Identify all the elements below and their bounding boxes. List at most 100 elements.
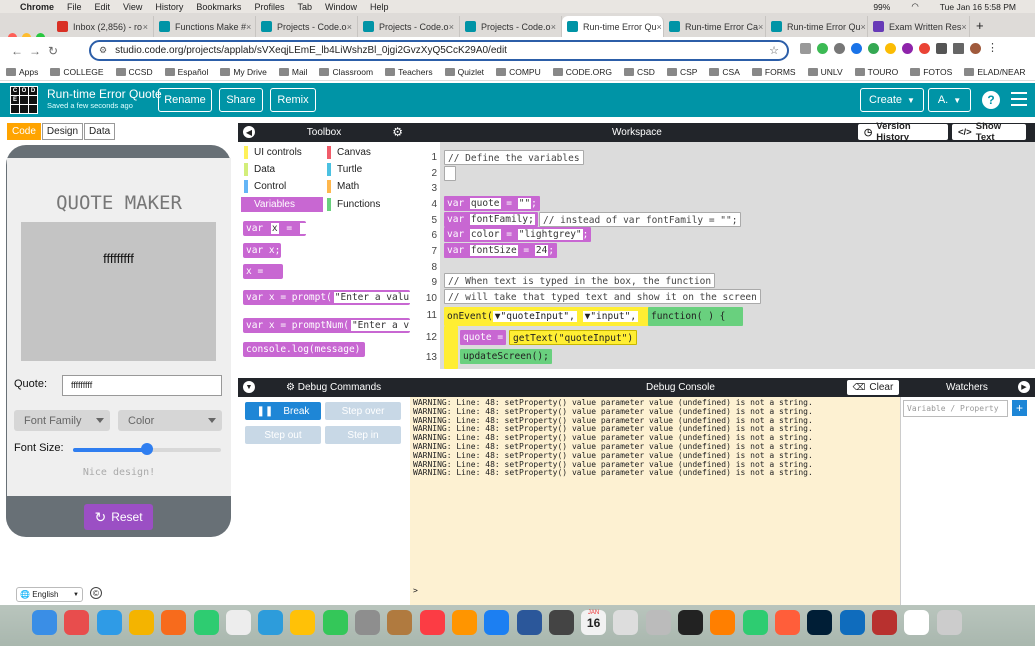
extension-icon[interactable] (902, 43, 913, 54)
code-line-empty[interactable] (444, 166, 456, 181)
word-icon[interactable] (516, 610, 542, 635)
code-line-inline-comment[interactable]: // instead of var fontFamily = ""; (539, 212, 742, 227)
more-menu-icon[interactable]: ⋮ (987, 43, 998, 54)
bookmark-item[interactable]: Apps (6, 67, 38, 77)
menu-tab[interactable]: Tab (297, 2, 312, 12)
gear-icon[interactable]: ⚙ (392, 125, 403, 139)
bookmark-item[interactable]: Mail (278, 67, 307, 77)
vlc-icon[interactable] (710, 610, 736, 635)
forward-icon[interactable]: → (26, 44, 44, 58)
font-size-slider[interactable] (73, 443, 221, 455)
tab-data[interactable]: Data (84, 123, 116, 140)
menu-app-name[interactable]: Chrome (20, 2, 54, 12)
bookmark-item[interactable]: CCSD (115, 67, 153, 77)
code-org-logo[interactable]: COD E (10, 86, 38, 114)
collapse-toolbox-icon[interactable]: ◀ (243, 126, 255, 138)
browser-tab[interactable]: Run-time Error Ca × (664, 16, 766, 37)
bookmark-item[interactable]: CODE.ORG (552, 67, 612, 77)
bookmark-item[interactable]: Classroom (319, 67, 373, 77)
reset-button[interactable]: ↻ Reset (84, 504, 153, 530)
messages-icon[interactable] (290, 610, 316, 635)
back-icon[interactable]: ← (8, 44, 26, 58)
console-prompt[interactable]: > (413, 586, 418, 596)
version-history-button[interactable]: ◷ Version History (858, 121, 948, 143)
creative-cloud-icon[interactable] (774, 610, 800, 635)
language-select[interactable]: 🌐 English ▼ (16, 587, 83, 602)
block-console-log[interactable]: console.log(message) (243, 342, 365, 357)
chrome-icon[interactable] (128, 610, 154, 635)
remix-button[interactable]: Remix (270, 88, 316, 112)
bookmark-item[interactable]: CSD (623, 67, 655, 77)
bookmark-item[interactable]: ELAD/NEAR (964, 67, 1026, 77)
block-assign[interactable]: x = (243, 264, 283, 279)
step-in-button[interactable]: Step in (325, 426, 401, 444)
extension-icon[interactable] (817, 43, 828, 54)
browser-tab[interactable]: Projects - Code.o × (256, 16, 358, 37)
step-over-button[interactable]: Step over (325, 402, 401, 420)
side-panel-icon[interactable] (953, 43, 964, 54)
close-tab-icon[interactable]: × (347, 22, 352, 32)
extension-icon[interactable] (800, 43, 811, 54)
terminal-icon[interactable] (678, 610, 703, 635)
category-data[interactable]: Data (241, 162, 319, 177)
code-line-var-quote[interactable]: var quote = ""; (444, 196, 540, 211)
dictionary-icon[interactable] (871, 610, 897, 635)
font-family-dropdown[interactable]: Font Family (14, 410, 110, 431)
quote-input[interactable]: fffffffff (62, 375, 222, 396)
close-tab-icon[interactable]: × (551, 22, 556, 32)
code-line-var-fontsize[interactable]: var fontSize = 24; (444, 243, 558, 258)
category-math[interactable]: Math (324, 179, 406, 194)
bookmark-item[interactable]: COMPU (496, 67, 541, 77)
finder-icon[interactable] (32, 610, 57, 635)
notes-icon[interactable] (225, 610, 251, 635)
zoom-icon[interactable] (839, 610, 865, 635)
share-button[interactable]: Share (219, 88, 263, 112)
category-canvas[interactable]: Canvas (324, 145, 406, 160)
photos-icon[interactable] (322, 610, 348, 635)
site-info-icon[interactable]: ⚙ (99, 45, 107, 56)
extension-icon[interactable] (834, 43, 845, 54)
extension-icon[interactable] (868, 43, 879, 54)
freeform-icon[interactable] (258, 610, 284, 635)
clock[interactable]: Tue Jan 16 5:58 PM (940, 2, 1016, 12)
close-tab-icon[interactable]: × (246, 22, 251, 32)
clear-console-button[interactable]: ⌫ Clear (847, 380, 899, 395)
trash-icon[interactable] (937, 610, 963, 635)
debug-console[interactable]: WARNING: Line: 48: setProperty() value p… (410, 397, 900, 605)
category-turtle[interactable]: Turtle (324, 162, 406, 177)
calendar-icon[interactable]: JAN 16 (581, 610, 607, 635)
menu-help[interactable]: Help (370, 2, 389, 12)
category-control[interactable]: Control (241, 179, 319, 194)
code-line-comment[interactable]: // Define the variables (444, 150, 584, 165)
wifi-icon[interactable]: ◠ (911, 1, 918, 12)
show-text-button[interactable]: </> Show Text (952, 121, 1026, 143)
browser-tab[interactable]: Projects - Code.o × (358, 16, 460, 37)
firefox-icon[interactable] (161, 610, 187, 635)
hamburger-menu-icon[interactable] (1011, 92, 1027, 110)
close-tab-icon[interactable]: × (861, 22, 866, 32)
browser-tab[interactable]: Run-time Error Qu × (562, 16, 664, 37)
contacts-icon[interactable] (355, 610, 380, 635)
safari-icon[interactable] (96, 610, 122, 635)
tab-code[interactable]: Code (7, 123, 41, 140)
browser-tab[interactable]: Functions Make # × (154, 16, 256, 37)
account-menu-button[interactable]: A. ▼ (928, 88, 971, 112)
rename-button[interactable]: Rename (158, 88, 212, 112)
menu-file[interactable]: File (67, 2, 82, 12)
url-bar[interactable]: ⚙ studio.code.org/projects/applab/sVXeqj… (89, 40, 789, 61)
reload-icon[interactable]: ↻ (44, 44, 62, 58)
new-tab-button[interactable]: + (970, 18, 990, 37)
bookmark-item[interactable]: UNLV (807, 67, 843, 77)
collapse-debug-icon[interactable]: ▼ (243, 381, 255, 393)
menu-window[interactable]: Window (325, 2, 357, 12)
bookmark-item[interactable]: Teachers (385, 67, 433, 77)
bookmark-item[interactable]: FOTOS (910, 67, 952, 77)
photoshop-icon[interactable] (807, 610, 833, 635)
bookmark-item[interactable]: My Drive (220, 67, 267, 77)
collapse-watchers-icon[interactable]: ▶ (1018, 381, 1030, 393)
block-prompt[interactable]: var x = prompt("Enter a valu (243, 290, 410, 305)
category-variables[interactable]: Variables (241, 197, 323, 212)
add-watch-button[interactable]: + (1012, 400, 1027, 416)
tab-design[interactable]: Design (41, 123, 84, 140)
help-icon[interactable]: ? (982, 91, 1000, 109)
